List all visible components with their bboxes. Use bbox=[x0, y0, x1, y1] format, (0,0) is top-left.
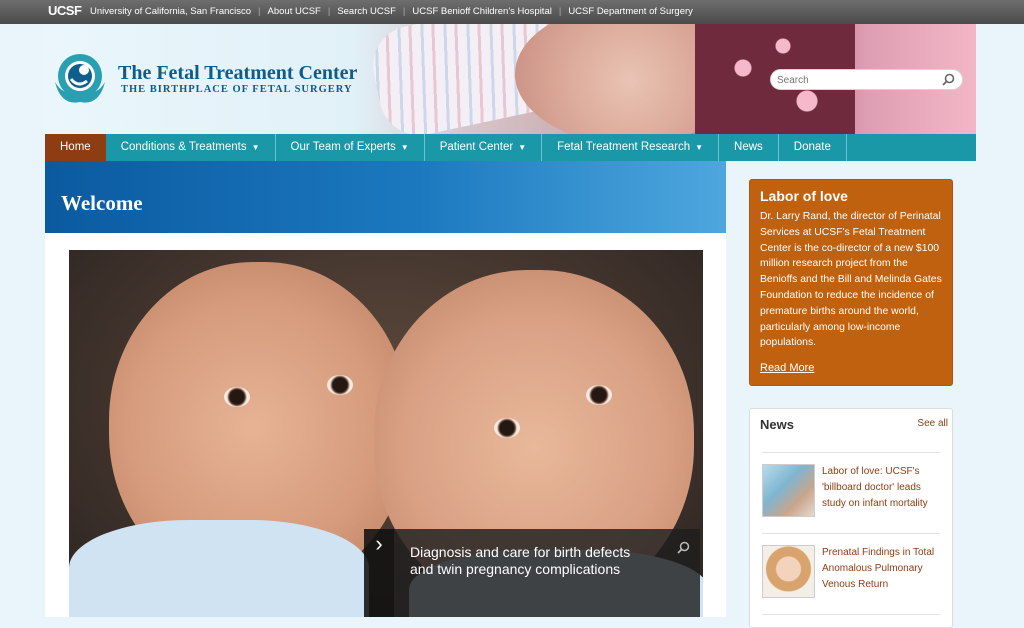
nav-donate[interactable]: Donate bbox=[779, 134, 847, 161]
nav-fetal-treatment-research[interactable]: Fetal Treatment Research ▼ bbox=[542, 134, 720, 161]
news-thumbnail[interactable] bbox=[762, 545, 815, 598]
separator: | bbox=[258, 6, 261, 17]
nav-label: Home bbox=[60, 141, 91, 153]
dropdown-caret-icon: ▼ bbox=[251, 143, 260, 152]
nav-label: Our Team of Experts bbox=[290, 141, 396, 153]
read-more-link[interactable]: Read More bbox=[760, 362, 814, 374]
main-nav: Home Conditions & Treatments ▼ Our Team o… bbox=[45, 134, 976, 161]
site-tagline: THE BIRTHPLACE OF FETAL SURGERY bbox=[121, 84, 353, 95]
ucsf-top-bar: UCSF University of California, San Franc… bbox=[0, 0, 1024, 24]
news-heading: News bbox=[760, 417, 794, 432]
divider bbox=[762, 533, 940, 534]
ucsf-logo[interactable]: UCSF bbox=[48, 3, 82, 18]
site-title[interactable]: The Fetal Treatment Center bbox=[118, 62, 357, 85]
slide-next-button[interactable]: › bbox=[364, 529, 394, 617]
eye bbox=[224, 387, 250, 407]
top-link-childrens-hospital[interactable]: UCSF Benioff Children's Hospital bbox=[412, 6, 551, 17]
fetal-center-logo-icon[interactable] bbox=[51, 46, 109, 110]
nav-label: Fetal Treatment Research bbox=[557, 141, 691, 153]
nav-label: News bbox=[734, 141, 763, 153]
news-item-title[interactable]: Labor of love: UCSF's 'billboard doctor'… bbox=[822, 464, 947, 511]
eye bbox=[494, 418, 520, 438]
feature-labor-of-love: Labor of love Dr. Larry Rand, the direct… bbox=[749, 179, 953, 386]
separator: | bbox=[327, 6, 331, 17]
hero-onesie-left bbox=[69, 520, 369, 617]
top-link-ucsf[interactable]: University of California, San Francisco bbox=[90, 6, 251, 17]
page-title: Welcome bbox=[61, 191, 143, 215]
dropdown-caret-icon: ▼ bbox=[400, 143, 409, 152]
news-item[interactable]: Prenatal Findings in Total Anomalous Pul… bbox=[762, 545, 947, 605]
feature-title: Labor of love bbox=[760, 188, 848, 204]
search-icon[interactable] bbox=[942, 73, 955, 86]
search-input[interactable] bbox=[775, 72, 939, 89]
divider bbox=[762, 614, 940, 615]
nav-conditions-treatments[interactable]: Conditions & Treatments ▼ bbox=[106, 134, 276, 161]
nav-label: Donate bbox=[793, 141, 831, 153]
dropdown-caret-icon: ▼ bbox=[695, 143, 704, 152]
slide-caption-text[interactable]: Diagnosis and care for birth defects and… bbox=[410, 544, 640, 578]
nav-label: Patient Center bbox=[439, 141, 514, 153]
top-link-search[interactable]: Search UCSF bbox=[337, 6, 396, 17]
separator: | bbox=[402, 6, 406, 17]
welcome-banner: Welcome bbox=[45, 161, 726, 233]
nav-team-of-experts[interactable]: Our Team of Experts ▼ bbox=[276, 134, 425, 161]
slide-caption: › Diagnosis and care for birth defects a… bbox=[364, 529, 700, 617]
news-item[interactable]: Labor of love: UCSF's 'billboard doctor'… bbox=[762, 464, 947, 524]
see-all-link[interactable]: See all bbox=[917, 418, 948, 429]
nav-news[interactable]: News bbox=[719, 134, 779, 161]
nav-patient-center[interactable]: Patient Center ▼ bbox=[425, 134, 543, 161]
dropdown-caret-icon: ▼ bbox=[518, 143, 527, 152]
news-panel: News See all Labor of love: UCSF's 'bill… bbox=[749, 408, 953, 628]
search-box bbox=[770, 69, 963, 90]
feature-body: Dr. Larry Rand, the director of Perinata… bbox=[760, 211, 942, 349]
news-item-title[interactable]: Prenatal Findings in Total Anomalous Pul… bbox=[822, 545, 947, 592]
eye bbox=[586, 385, 612, 405]
site-header: The Fetal Treatment Center THE BIRTHPLAC… bbox=[45, 24, 976, 134]
top-link-surgery[interactable]: UCSF Department of Surgery bbox=[568, 6, 693, 17]
eye bbox=[327, 375, 353, 395]
divider bbox=[762, 452, 940, 453]
top-link-about[interactable]: About UCSF bbox=[268, 6, 321, 17]
nav-label: Conditions & Treatments bbox=[120, 141, 247, 153]
separator: | bbox=[558, 6, 562, 17]
news-thumbnail[interactable] bbox=[762, 464, 815, 517]
zoom-icon[interactable] bbox=[677, 541, 690, 554]
nav-home[interactable]: Home bbox=[45, 134, 106, 161]
top-links: University of California, San Francisco |… bbox=[90, 6, 693, 17]
